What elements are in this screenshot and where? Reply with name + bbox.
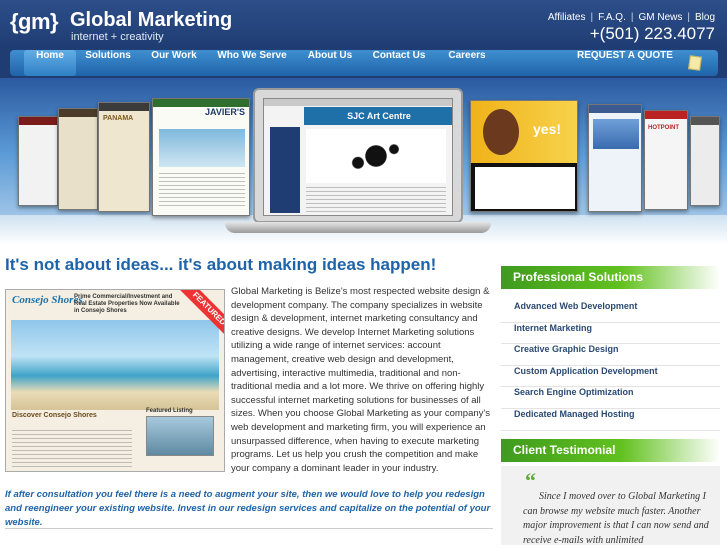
nav-careers[interactable]: Careers xyxy=(442,50,492,76)
nav-contact-us[interactable]: Contact Us xyxy=(368,50,430,76)
nav-our-work[interactable]: Our Work xyxy=(146,50,202,76)
site-header: {gm} Global Marketing internet + creativ… xyxy=(0,0,727,48)
feature-subheading: Discover Consejo Shores xyxy=(12,412,97,419)
portfolio-thumb-javiers[interactable]: JAVIER'S xyxy=(152,98,250,216)
portfolio-thumb-panama[interactable]: PANAMA xyxy=(98,102,150,212)
solution-web-development[interactable]: Advanced Web Development xyxy=(501,301,720,323)
solution-graphic-design[interactable]: Creative Graphic Design xyxy=(501,344,720,366)
link-affiliates[interactable]: Affiliates xyxy=(548,12,586,23)
logo-mark[interactable]: {gm} xyxy=(10,9,59,35)
link-faq[interactable]: F.A.Q. xyxy=(598,12,626,23)
testimonial-box: “ Since I moved over to Global Marketing… xyxy=(501,466,720,546)
nav-who-we-serve[interactable]: Who We Serve xyxy=(214,50,290,76)
portfolio-thumb[interactable] xyxy=(18,116,58,206)
portfolio-thumb[interactable] xyxy=(58,108,98,210)
nav-home[interactable]: Home xyxy=(24,50,76,76)
notepad-icon xyxy=(688,55,702,71)
logo-tagline: internet + creativity xyxy=(71,31,164,43)
shot-label: JAVIER'S xyxy=(205,107,245,117)
solution-internet-marketing[interactable]: Internet Marketing xyxy=(501,323,720,345)
feature-text-lines xyxy=(12,430,132,468)
portfolio-thumb-yes[interactable]: yes! xyxy=(470,100,578,212)
top-links: Affiliates | F.A.Q. | GM News | Blog xyxy=(548,12,715,23)
redesign-callout: If after consultation you feel there is … xyxy=(5,489,491,528)
nav-solutions[interactable]: Solutions xyxy=(82,50,134,76)
featured-project-image[interactable]: Consejo Shores Prime Commercial/Investme… xyxy=(5,289,225,472)
testimonial-heading: Client Testimonial xyxy=(501,439,720,462)
laptop-showcase: SJC Art Centre xyxy=(253,88,463,223)
solutions-list: Advanced Web Development Internet Market… xyxy=(501,301,720,431)
solutions-heading: Professional Solutions xyxy=(501,266,720,289)
intro-paragraph: Global Marketing is Belize's most respec… xyxy=(231,286,490,474)
logo-name[interactable]: Global Marketing xyxy=(70,9,232,32)
shot-label: PANAMA xyxy=(103,115,134,122)
shot-label: SJC Art Centre xyxy=(304,107,452,125)
portfolio-thumb[interactable] xyxy=(588,104,642,212)
separator: | xyxy=(590,12,594,23)
portfolio-thumb-hotpoint[interactable]: HOTPOINT xyxy=(644,110,688,210)
feature-photo xyxy=(11,320,219,410)
feature-listing-label: Featured Listing xyxy=(146,408,193,414)
solution-custom-applications[interactable]: Custom Application Development xyxy=(501,366,720,388)
solution-seo[interactable]: Search Engine Optimization xyxy=(501,387,720,409)
request-quote-button[interactable]: REQUEST A QUOTE xyxy=(577,50,673,76)
laptop-screen[interactable]: SJC Art Centre xyxy=(263,98,453,216)
link-gm-news[interactable]: GM News xyxy=(638,12,682,23)
page-headline: It's not about ideas... it's about makin… xyxy=(5,255,437,274)
feature-logo: Consejo Shores xyxy=(12,294,83,306)
separator: | xyxy=(630,12,634,23)
feature-header-text: Prime Commercial/Investment and Real Est… xyxy=(74,294,180,314)
link-blog[interactable]: Blog xyxy=(695,12,715,23)
testimonial-text: Since I moved over to Global Marketing I… xyxy=(523,491,709,546)
divider xyxy=(5,528,493,529)
separator: | xyxy=(687,12,690,23)
laptop-base xyxy=(225,222,491,233)
solution-hosting[interactable]: Dedicated Managed Hosting xyxy=(501,409,720,431)
shot-label: yes! xyxy=(533,121,562,137)
phone-number: +(501) 223.4077 xyxy=(589,24,715,43)
nav-about-us[interactable]: About Us xyxy=(302,50,358,76)
portfolio-thumb[interactable] xyxy=(690,116,720,206)
main-nav: Home Solutions Our Work Who We Serve Abo… xyxy=(10,50,718,76)
feature-thumbnail xyxy=(146,416,214,456)
shot-label: HOTPOINT xyxy=(648,125,679,131)
